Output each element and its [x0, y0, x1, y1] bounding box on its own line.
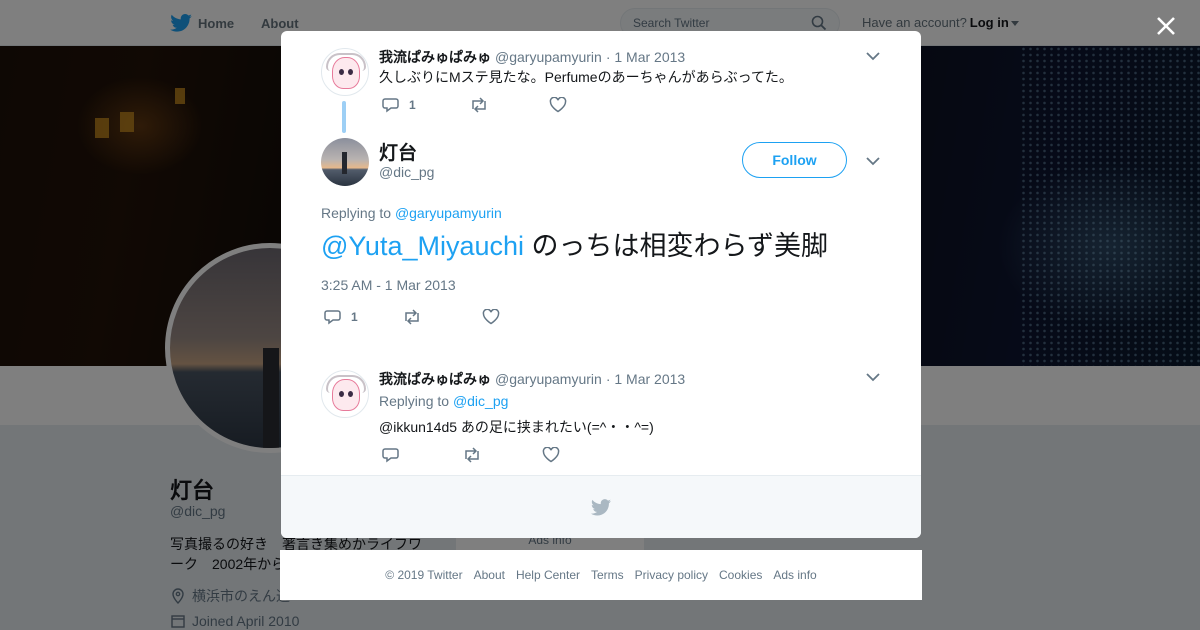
avatar-eye: [348, 391, 353, 397]
chevron-down-icon[interactable]: [866, 51, 880, 61]
footer-link-ads-info[interactable]: Ads info: [773, 568, 816, 582]
main-author-name[interactable]: 灯台: [379, 138, 417, 165]
replying-to: Replying to @dic_pg: [379, 393, 508, 409]
tweet-date[interactable]: · 1 Mar 2013: [606, 371, 685, 387]
follow-button[interactable]: Follow: [742, 142, 847, 178]
reply-count: 1: [351, 310, 358, 324]
like-button[interactable]: [549, 97, 567, 113]
tweet-author[interactable]: 我流ぱみゅぱみゅ @garyupamyurin · 1 Mar 2013: [379, 47, 685, 67]
footer-link-cookies[interactable]: Cookies: [719, 568, 762, 582]
like-button[interactable]: [542, 447, 560, 463]
heart-icon: [482, 309, 500, 325]
footer-link-help-center[interactable]: Help Center: [516, 568, 580, 582]
close-icon[interactable]: [1152, 12, 1180, 40]
tweet-date[interactable]: · 1 Mar 2013: [606, 49, 685, 65]
avatar-face: [332, 57, 360, 89]
mention-link[interactable]: @Yuta_Miyauchi: [321, 231, 524, 261]
reply-button[interactable]: 1: [324, 309, 402, 325]
heart-icon: [549, 97, 567, 113]
footer-copyright: © 2019 Twitter: [385, 568, 463, 582]
author-handle[interactable]: @garyupamyurin: [495, 371, 602, 387]
retweet-button[interactable]: [469, 97, 549, 113]
footer-link-about[interactable]: About: [474, 568, 505, 582]
main-tweet-body: のっちは相変わらず美脚: [524, 231, 828, 261]
tweet-text: 久しぶりにMステ見たな。Perfumeのあーちゃんがあらぶってた。: [379, 69, 793, 85]
tweet-actions: [382, 447, 560, 463]
tweet-text: @ikkun14d5 あの足に挟まれたい(=^・・^=): [379, 419, 654, 435]
retweet-button[interactable]: [462, 447, 542, 463]
retweet-icon: [465, 447, 479, 463]
modal-footer: [281, 475, 921, 538]
main-author-handle[interactable]: @dic_pg: [379, 164, 434, 180]
replying-to-label: Replying to: [321, 205, 392, 221]
avatar-eye: [339, 391, 344, 397]
like-button[interactable]: [482, 309, 500, 325]
tweet-author[interactable]: 我流ぱみゅぱみゅ @garyupamyurin · 1 Mar 2013: [379, 369, 685, 389]
avatar[interactable]: [321, 138, 369, 186]
tweet-actions: 1: [382, 97, 567, 113]
twitter-bird-icon: [591, 498, 611, 515]
footer-link-privacy[interactable]: Privacy policy: [635, 568, 708, 582]
reply-icon: [382, 448, 399, 463]
heart-icon: [542, 447, 560, 463]
site-footer: © 2019 Twitter About Help Center Terms P…: [280, 550, 922, 600]
lighthouse-shape: [342, 152, 347, 174]
avatar[interactable]: [321, 48, 369, 96]
reply-icon: [324, 310, 341, 325]
retweet-icon: [472, 97, 486, 113]
chevron-down-icon[interactable]: [866, 372, 880, 382]
author-name[interactable]: 我流ぱみゅぱみゅ: [379, 371, 491, 387]
author-handle[interactable]: @garyupamyurin: [495, 49, 602, 65]
author-name[interactable]: 我流ぱみゅぱみゅ: [379, 49, 491, 65]
replying-to-link[interactable]: @garyupamyurin: [395, 205, 502, 221]
tweet-timestamp[interactable]: 3:25 AM - 1 Mar 2013: [321, 277, 456, 293]
reply-button[interactable]: 1: [382, 97, 469, 113]
tweet-actions: 1: [324, 309, 500, 325]
avatar-face: [332, 379, 360, 411]
reply-button[interactable]: [382, 447, 462, 463]
avatar[interactable]: [321, 370, 369, 418]
replying-to-label: Replying to: [379, 393, 450, 409]
avatar-eye: [339, 69, 344, 75]
tweet-permalink-modal: 我流ぱみゅぱみゅ @garyupamyurin · 1 Mar 2013 久しぶりに…: [281, 31, 921, 538]
chevron-down-icon[interactable]: [866, 156, 880, 166]
avatar-eye: [348, 69, 353, 75]
replying-to: Replying to @garyupamyurin: [321, 205, 502, 221]
main-tweet-text: @Yuta_Miyauchi のっちは相変わらず美脚: [321, 229, 828, 263]
replying-to-link[interactable]: @dic_pg: [453, 393, 508, 409]
reply-icon: [382, 98, 399, 113]
footer-link-terms[interactable]: Terms: [591, 568, 624, 582]
retweet-button[interactable]: [402, 309, 482, 325]
conversation-thread-line: [342, 101, 346, 133]
retweet-icon: [405, 309, 419, 325]
reply-count: 1: [409, 98, 416, 112]
